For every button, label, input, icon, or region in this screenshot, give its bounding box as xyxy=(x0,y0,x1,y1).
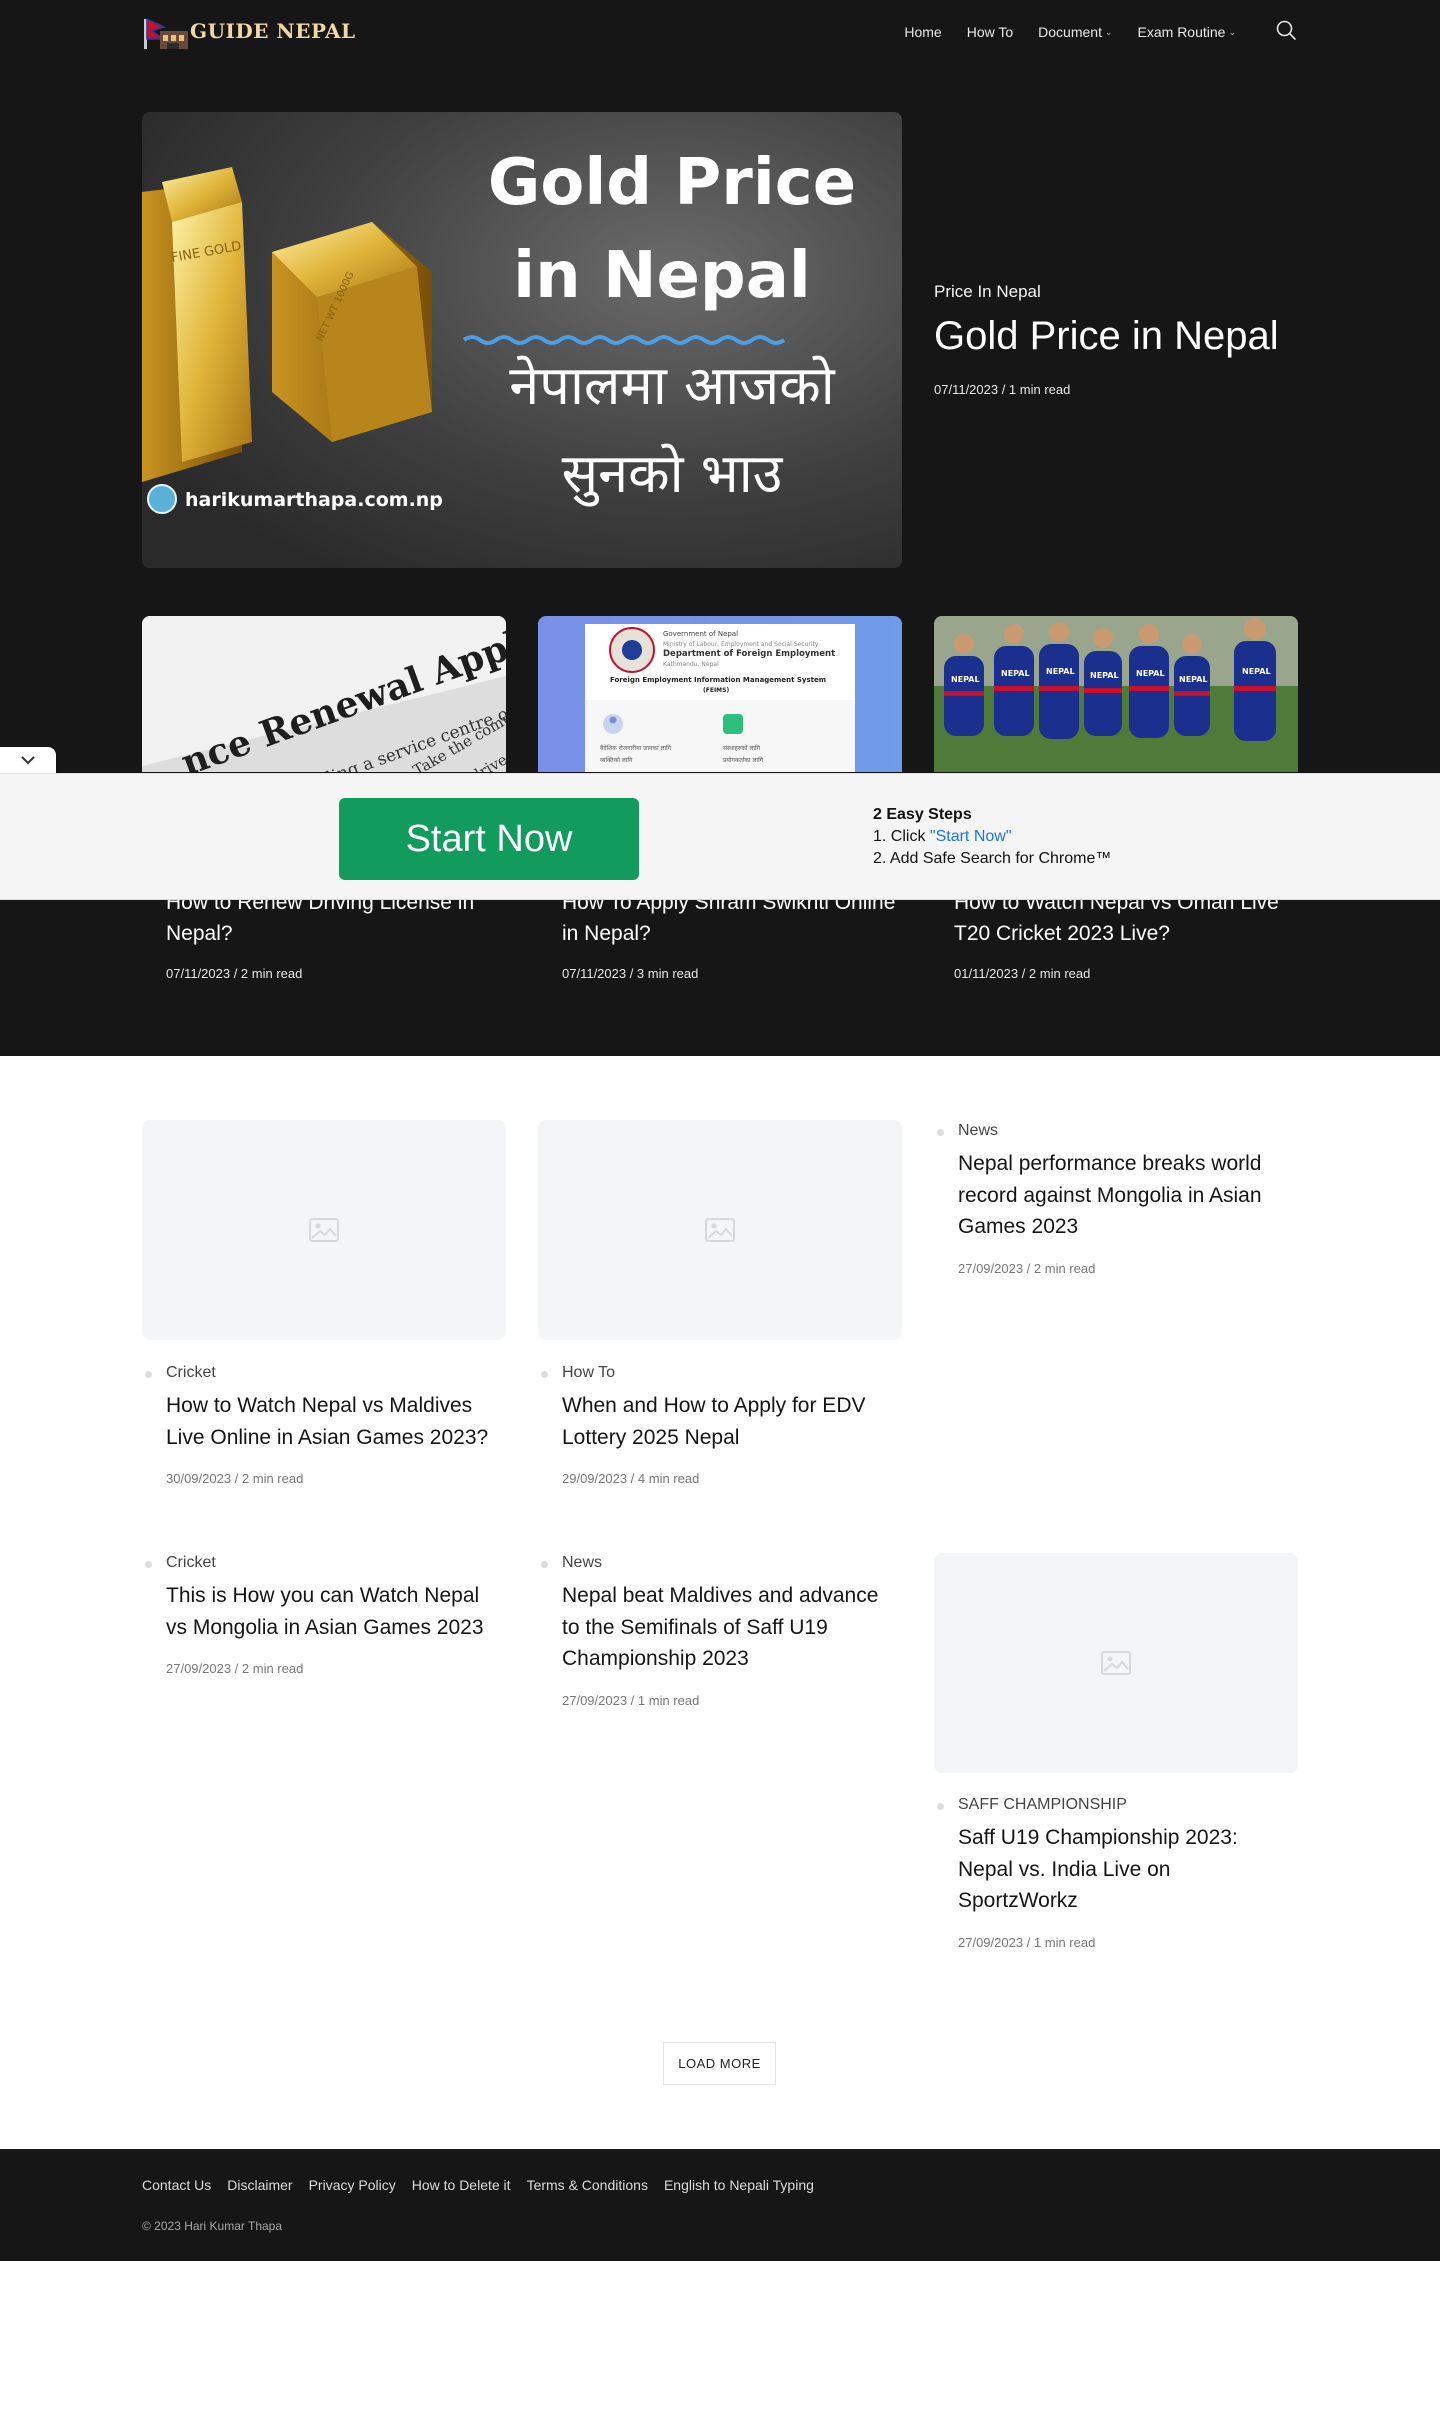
main-nav: Home How To Document ⌄ Exam Routine ⌄ xyxy=(904,20,1236,44)
thumb-gov: Government of Nepal xyxy=(663,630,738,638)
hero-title[interactable]: Gold Price in Nepal xyxy=(934,314,1279,359)
load-more-button[interactable]: LOAD MORE xyxy=(663,2042,776,2085)
thumb-dept: Department of Foreign Employment xyxy=(663,649,835,659)
post-category[interactable]: How To xyxy=(540,1364,615,1382)
post-thumbnail-placeholder[interactable] xyxy=(142,1120,506,1340)
image-placeholder-icon xyxy=(309,1218,339,1242)
card-thumb-shram-swikriti[interactable]: Government of Nepal Ministry of Labour, … xyxy=(538,616,902,772)
post-title[interactable]: Saff U19 Championship 2023: Nepal vs. In… xyxy=(958,1822,1288,1917)
post-meta: 29/09/2023 / 4 min read xyxy=(562,1471,700,1486)
post-title[interactable]: This is How you can Watch Nepal vs Mongo… xyxy=(166,1580,496,1643)
image-title-line2: in Nepal xyxy=(513,239,811,313)
post-title[interactable]: Nepal performance breaks world record ag… xyxy=(958,1148,1288,1243)
footer-link-privacy[interactable]: Privacy Policy xyxy=(309,2177,396,2193)
ad-step2: 2. Add Safe Search for Chrome™ xyxy=(873,850,1112,867)
site-logo[interactable]: GUIDE NEPAL xyxy=(142,13,355,53)
jersey-text-3: NEPAL xyxy=(1046,667,1075,676)
post-category[interactable]: Cricket xyxy=(145,1364,216,1382)
ad-steps-title: 2 Easy Steps xyxy=(873,806,972,823)
nav-how-to-label: How To xyxy=(966,24,1014,40)
thumb-note-1: वैदेशिक रोजगारीमा जानका लागि xyxy=(600,744,672,752)
thumb-note-3: संस्थाहरुको लागि xyxy=(723,744,761,752)
post-meta: 27/09/2023 / 2 min read xyxy=(166,1661,304,1676)
feims-portal-image: Government of Nepal Ministry of Labour, … xyxy=(538,616,902,772)
thumb-feims: (FEIMS) xyxy=(703,687,729,694)
nav-document-label: Document xyxy=(1038,24,1102,40)
logo-icon xyxy=(144,17,188,49)
thumb-place: Kathmandu, Nepal xyxy=(663,661,719,668)
post-meta: 30/09/2023 / 2 min read xyxy=(166,1471,304,1486)
chevron-down-icon: ⌄ xyxy=(1228,26,1236,37)
chevron-down-icon: ⌄ xyxy=(1104,26,1113,37)
thumb-system: Foreign Employment Information Managemen… xyxy=(610,676,826,684)
post-title[interactable]: Nepal beat Maldives and advance to the S… xyxy=(562,1580,892,1675)
copyright: © 2023 Hari Kumar Thapa xyxy=(142,2219,283,2233)
post-meta: 27/09/2023 / 1 min read xyxy=(562,1693,700,1708)
site-footer: Contact Us Disclaimer Privacy Policy How… xyxy=(0,2149,1440,2261)
driving-license-image: nce Renewal Application attending a serv… xyxy=(142,616,506,772)
nav-home[interactable]: Home xyxy=(904,24,941,40)
post-meta: 27/09/2023 / 2 min read xyxy=(958,1261,1096,1276)
footer-link-disclaimer[interactable]: Disclaimer xyxy=(227,2177,292,2193)
post-title[interactable]: When and How to Apply for EDV Lottery 20… xyxy=(562,1390,892,1453)
ad-step1-prefix: 1. Click xyxy=(873,828,930,845)
nav-exam-routine-label: Exam Routine xyxy=(1137,24,1226,40)
thumb-note-4: प्रयोगकर्ताका लागि xyxy=(723,756,764,764)
post-category[interactable]: SAFF CHAMPIONSHIP xyxy=(937,1796,1127,1814)
image-placeholder-icon xyxy=(705,1218,735,1242)
hero-category[interactable]: Price In Nepal xyxy=(934,282,1041,302)
nav-exam-routine[interactable]: Exam Routine ⌄ xyxy=(1138,24,1236,40)
jersey-text-5: NEPAL xyxy=(1136,669,1165,678)
nav-document[interactable]: Document ⌄ xyxy=(1038,24,1112,40)
jersey-text-1: NEPAL xyxy=(951,675,980,684)
nav-how-to[interactable]: How To xyxy=(967,24,1013,40)
ad-collapse-toggle[interactable] xyxy=(0,747,56,773)
jersey-text-6: NEPAL xyxy=(1179,675,1208,684)
image-devanagari-line1: नेपालमा आजको xyxy=(509,354,835,417)
post-category[interactable]: News xyxy=(936,1122,998,1140)
thumb-ministry: Ministry of Labour, Employment and Socia… xyxy=(663,641,819,648)
thumb-note-2: व्यक्तिको लागि xyxy=(600,756,633,764)
image-devanagari-line2: सुनको भाउ xyxy=(562,442,784,507)
jersey-text-2: NEPAL xyxy=(1001,669,1030,678)
jersey-text-4: NEPAL xyxy=(1090,671,1119,680)
card-meta-shram-swikriti: 07/11/2023 / 3 min read xyxy=(562,966,699,981)
card-thumb-nepal-oman[interactable]: NEPAL NEPAL NEPAL NEPAL NEPAL NEPAL NEPA… xyxy=(934,616,1298,772)
footer-link-contact[interactable]: Contact Us xyxy=(142,2177,211,2193)
image-title-line1: Gold Price xyxy=(488,146,856,220)
hero-meta: 07/11/2023 / 1 min read xyxy=(934,382,1071,397)
search-icon[interactable] xyxy=(1275,19,1297,41)
ad-step1-link[interactable]: "Start Now" xyxy=(930,828,1012,845)
image-placeholder-icon xyxy=(1101,1651,1131,1675)
post-category[interactable]: News xyxy=(540,1554,602,1572)
post-thumbnail-placeholder[interactable] xyxy=(538,1120,902,1340)
post-meta: 27/09/2023 / 1 min read xyxy=(958,1935,1096,1950)
gold-price-image: FINE GOLD NET WT 1000G Gold Price in Nep… xyxy=(142,112,902,568)
card-meta-nepal-oman: 01/11/2023 / 2 min read xyxy=(954,966,1091,981)
nav-home-label: Home xyxy=(904,24,942,40)
post-thumbnail-placeholder[interactable] xyxy=(934,1553,1298,1773)
footer-link-terms[interactable]: Terms & Conditions xyxy=(527,2177,648,2193)
ad-steps: 2 Easy Steps 1. Click "Start Now" 2. Add… xyxy=(873,804,1111,870)
post-category[interactable]: Cricket xyxy=(145,1554,216,1572)
footer-link-delete[interactable]: How to Delete it xyxy=(412,2177,511,2193)
nepal-cricket-team-image: NEPAL NEPAL NEPAL NEPAL NEPAL NEPAL NEPA… xyxy=(934,616,1298,772)
post-title[interactable]: How to Watch Nepal vs Maldives Live Onli… xyxy=(166,1390,496,1453)
hero-featured-image[interactable]: FINE GOLD NET WT 1000G Gold Price in Nep… xyxy=(142,112,902,568)
chevron-down-icon xyxy=(21,756,35,765)
ad-start-now-button[interactable]: Start Now xyxy=(339,798,639,880)
image-site-url: harikumarthapa.com.np xyxy=(185,489,443,511)
card-meta-driving-license: 07/11/2023 / 2 min read xyxy=(166,966,303,981)
card-thumb-driving-license[interactable]: nce Renewal Application attending a serv… xyxy=(142,616,506,772)
footer-links: Contact Us Disclaimer Privacy Policy How… xyxy=(142,2177,814,2193)
ad-banner: Start Now 2 Easy Steps 1. Click "Start N… xyxy=(0,773,1440,900)
logo-text: GUIDE NEPAL xyxy=(190,19,356,43)
jersey-text-7: NEPAL xyxy=(1242,667,1271,676)
footer-link-typing[interactable]: English to Nepali Typing xyxy=(664,2177,814,2193)
